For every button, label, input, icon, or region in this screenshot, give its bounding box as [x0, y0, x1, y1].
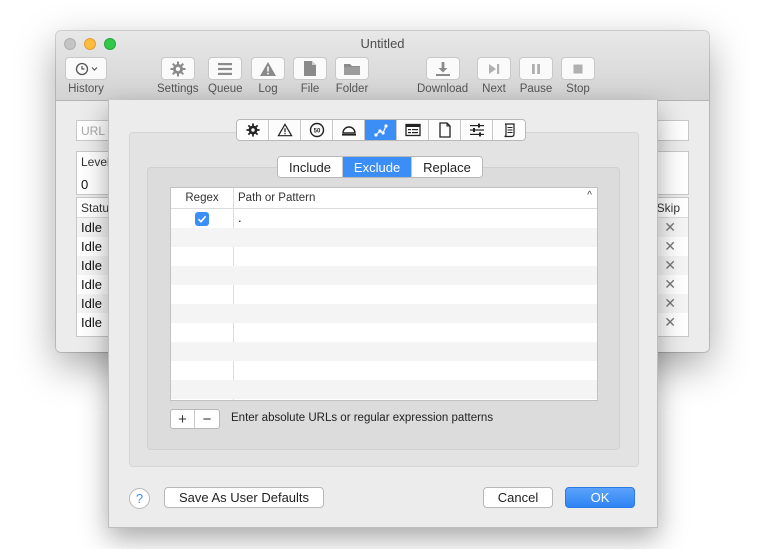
download-button[interactable]: Download: [417, 57, 468, 95]
pattern-hint-text: Enter absolute URLs or regular expressio…: [231, 412, 494, 424]
speed-limit-icon[interactable]: 50: [301, 120, 333, 140]
pattern-table: Regex Path or Pattern ^ .: [170, 187, 598, 401]
table-row: [171, 228, 597, 247]
sort-ascending-icon: ^: [587, 190, 592, 201]
document-icon[interactable]: [429, 120, 461, 140]
file-icon: [293, 57, 327, 80]
save-as-user-defaults-button[interactable]: Save As User Defaults: [164, 487, 324, 508]
history-label: History: [68, 83, 104, 95]
queue-button[interactable]: Queue: [208, 57, 243, 95]
warning-icon: [251, 57, 285, 80]
queue-label: Queue: [208, 83, 243, 95]
history-clock-icon: [65, 57, 107, 80]
table-row: [171, 361, 597, 380]
next-label: Next: [482, 83, 506, 95]
settings-button[interactable]: Settings: [157, 57, 199, 95]
filter-path-icon[interactable]: [365, 120, 397, 140]
ok-button[interactable]: OK: [565, 487, 635, 508]
folder-button[interactable]: Folder: [335, 57, 369, 95]
cancel-button[interactable]: Cancel: [483, 487, 553, 508]
skip-icon[interactable]: ✕: [664, 219, 676, 236]
gear-icon[interactable]: [237, 120, 269, 140]
window-title: Untitled: [360, 36, 405, 51]
warning-icon[interactable]: [269, 120, 301, 140]
skip-icon[interactable]: ✕: [664, 314, 676, 331]
table-row: [171, 285, 597, 304]
table-row: [171, 380, 597, 399]
script-icon[interactable]: [493, 120, 525, 140]
table-row: [171, 323, 597, 342]
settings-label: Settings: [157, 83, 199, 95]
regex-checkbox[interactable]: [195, 212, 209, 226]
include-segment[interactable]: Include: [278, 157, 343, 177]
skip-icon[interactable]: ✕: [664, 257, 676, 274]
table-row: [171, 247, 597, 266]
next-button[interactable]: Next: [477, 57, 511, 95]
row-status: Idle: [81, 239, 102, 254]
log-button[interactable]: Log: [251, 57, 285, 95]
title-bar: Untitled History Settings Queue Log File…: [56, 31, 709, 101]
pattern-rows: .: [171, 209, 597, 399]
table-row[interactable]: .: [171, 209, 597, 228]
row-status: Idle: [81, 258, 102, 273]
sliders-icon[interactable]: [461, 120, 493, 140]
table-row: [171, 342, 597, 361]
bell-icon[interactable]: [333, 120, 365, 140]
replace-segment[interactable]: Replace: [412, 157, 482, 177]
gear-icon: [160, 57, 195, 80]
settings-tab-strip: 50: [236, 119, 526, 141]
download-icon: [425, 57, 460, 80]
checkmark-icon: [197, 215, 207, 223]
row-status: Idle: [81, 277, 102, 292]
download-label: Download: [417, 83, 469, 95]
skip-icon[interactable]: ✕: [664, 295, 676, 312]
pause-label: Pause: [519, 83, 553, 95]
pattern-value[interactable]: .: [238, 210, 242, 225]
regex-column-header[interactable]: Regex: [171, 192, 233, 204]
add-remove-buttons: + −: [170, 409, 220, 429]
skip-icon[interactable]: ✕: [664, 276, 676, 293]
svg-text:50: 50: [313, 128, 320, 134]
skip-icon[interactable]: ✕: [664, 238, 676, 255]
list-icon: [208, 57, 243, 80]
level-label: Level: [81, 155, 110, 169]
add-pattern-button[interactable]: +: [171, 410, 195, 428]
exclude-segment[interactable]: Exclude: [342, 157, 413, 177]
stop-icon: [561, 57, 595, 80]
filter-mode-segmented-control: Include Exclude Replace: [277, 156, 483, 178]
folder-icon: [335, 57, 369, 80]
skip-column-header[interactable]: Skip: [657, 201, 680, 215]
help-button[interactable]: ?: [129, 488, 150, 509]
browser-icon[interactable]: [397, 120, 429, 140]
row-status: Idle: [81, 296, 102, 311]
pattern-table-header: Regex Path or Pattern ^: [171, 188, 597, 209]
pause-icon: [519, 57, 553, 80]
remove-pattern-button[interactable]: −: [195, 410, 219, 428]
level-value[interactable]: 0: [81, 177, 88, 192]
table-row: [171, 304, 597, 323]
pause-button[interactable]: Pause: [519, 57, 553, 95]
file-label: File: [300, 83, 320, 95]
table-row: [171, 266, 597, 285]
row-status: Idle: [81, 220, 102, 235]
log-label: Log: [258, 83, 278, 95]
settings-sheet: 50 Include Exclude Replace Regex Path or: [108, 100, 658, 528]
file-button[interactable]: File: [293, 57, 327, 95]
history-button[interactable]: History: [65, 57, 107, 95]
next-icon: [477, 57, 511, 80]
row-status: Idle: [81, 315, 102, 330]
path-column-header[interactable]: Path or Pattern: [238, 192, 315, 204]
stop-label: Stop: [566, 83, 590, 95]
stop-button[interactable]: Stop: [561, 57, 595, 95]
folder-label: Folder: [335, 83, 369, 95]
